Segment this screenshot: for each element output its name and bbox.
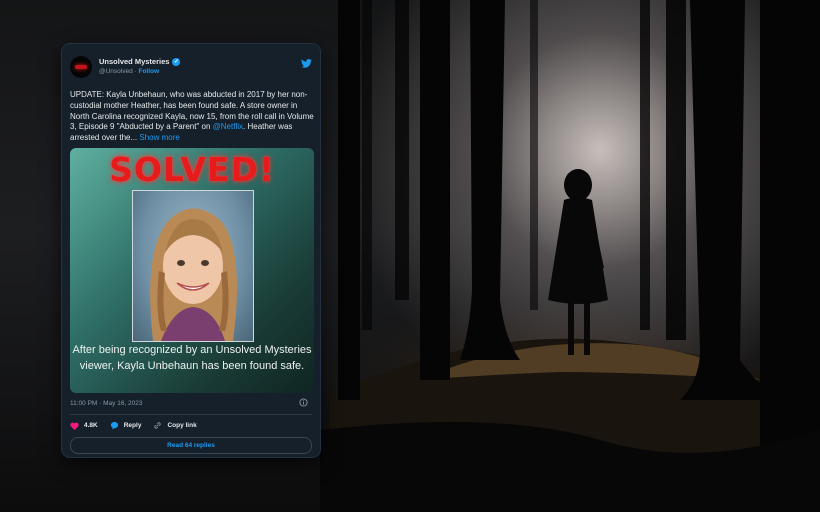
read-replies-button[interactable]: Read 64 replies — [70, 436, 312, 454]
girl-silhouette — [548, 169, 608, 355]
reply-button[interactable]: Reply — [110, 421, 142, 431]
reply-bubble-icon — [110, 422, 118, 431]
copy-link-button[interactable]: Copy link — [153, 421, 197, 430]
tweet-text: UPDATE: Kayla Unbehaun, who was abducted… — [70, 90, 316, 144]
bird-icon[interactable] — [301, 55, 312, 73]
tweet-header: Unsolved Mysteries ✓ @Unsolved · Follow — [70, 54, 312, 80]
tweet-card: Unsolved Mysteries ✓ @Unsolved · Follow … — [62, 44, 320, 457]
info-icon[interactable] — [299, 398, 308, 409]
heart-icon — [70, 422, 79, 430]
tweet-actions: 4.8K Reply Copy link — [70, 415, 312, 437]
tweet-media-image[interactable]: SOLVED! After being recognized by an Uns… — [70, 147, 314, 393]
likes-count: 4.8K — [84, 422, 98, 430]
link-icon — [154, 422, 162, 430]
copy-link-label: Copy link — [167, 422, 197, 430]
account-name[interactable]: Unsolved Mysteries — [99, 57, 169, 67]
follow-button[interactable]: Follow — [138, 68, 159, 75]
tweet-timestamp-row: 11:00 PM · May 16, 2023 — [70, 398, 312, 410]
avatar-logo — [75, 65, 87, 69]
account-names: Unsolved Mysteries ✓ @Unsolved · Follow — [99, 57, 181, 77]
girl-portrait-photo — [132, 189, 254, 342]
tweet-timestamp[interactable]: 11:00 PM · May 16, 2023 — [70, 400, 143, 407]
solved-headline: SOLVED! — [109, 149, 275, 189]
show-more-link[interactable]: Show more — [139, 133, 179, 142]
reply-label: Reply — [123, 422, 142, 430]
account-handle[interactable]: @Unsolved — [99, 68, 133, 75]
netflix-mention-link[interactable]: @Netflix — [213, 122, 243, 131]
like-button[interactable]: 4.8K — [70, 422, 98, 430]
avatar[interactable] — [70, 56, 92, 78]
verified-badge-icon: ✓ — [172, 58, 181, 66]
media-caption: After being recognized by an Unsolved My… — [72, 343, 312, 372]
